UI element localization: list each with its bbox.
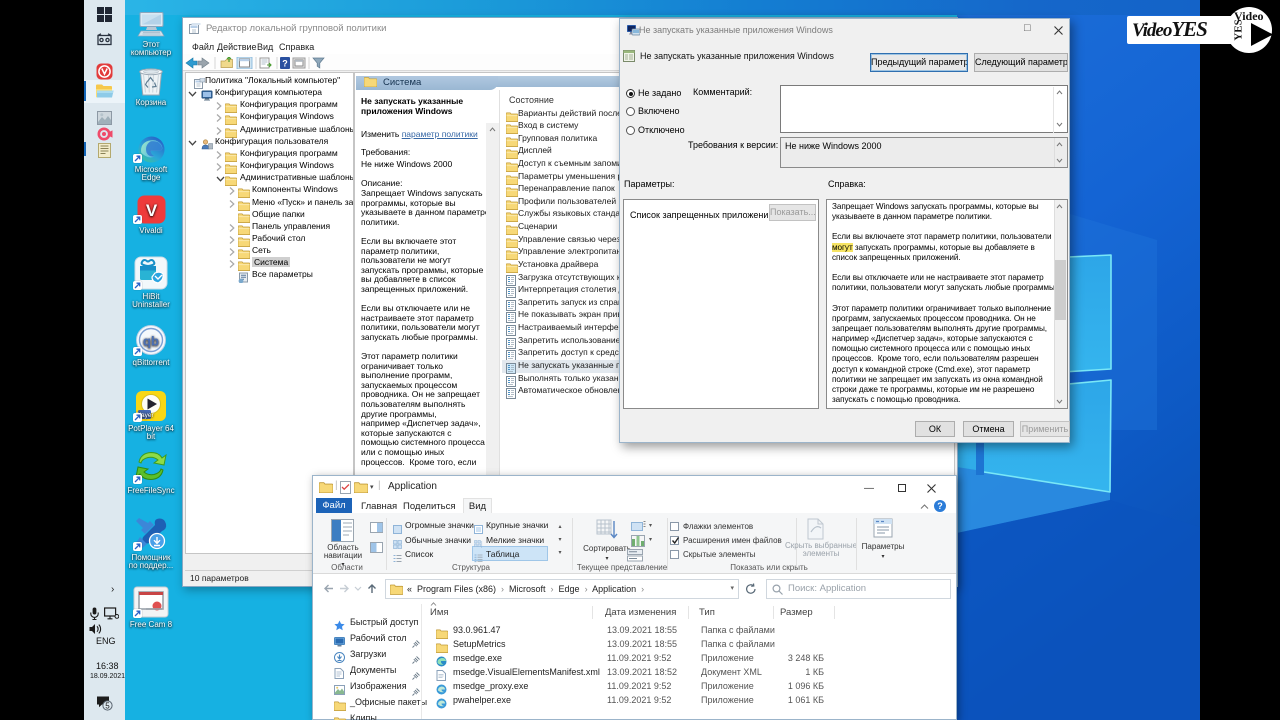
svg-text:qb: qb	[143, 334, 159, 349]
svg-text:5: 5	[105, 702, 110, 711]
svg-text:?: ?	[282, 59, 288, 69]
svg-text:V: V	[145, 201, 157, 220]
